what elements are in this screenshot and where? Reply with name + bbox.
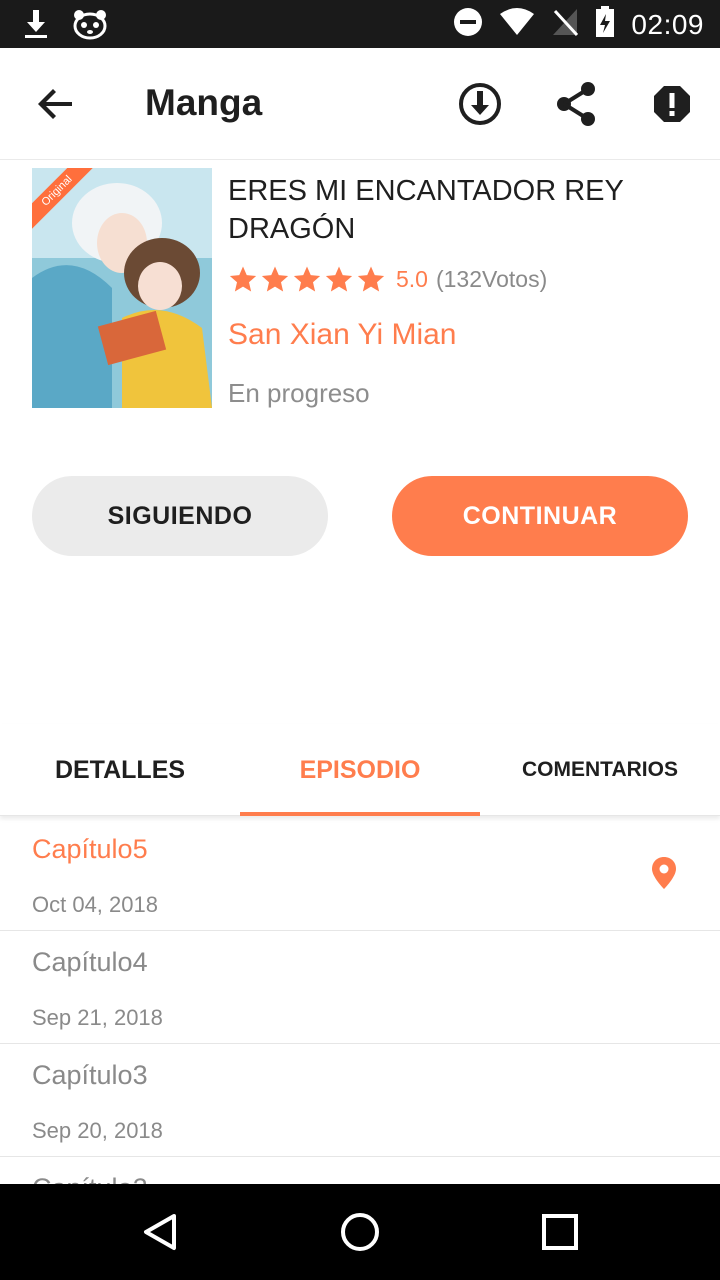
episode-title: Capítulo5	[32, 834, 148, 864]
list-item[interactable]: Capítulo5 Oct 04, 2018	[0, 818, 720, 931]
report-icon	[654, 86, 690, 122]
download-icon	[22, 8, 50, 45]
share-button[interactable]	[552, 80, 600, 128]
star-icon	[293, 266, 321, 292]
manga-cover-image[interactable]: Original	[32, 168, 212, 408]
system-nav-bar	[0, 1184, 720, 1280]
list-item[interactable]: Capítulo3 Sep 20, 2018	[0, 1044, 720, 1157]
continue-button[interactable]: CONTINUAR	[392, 476, 688, 556]
do-not-disturb-icon	[453, 7, 483, 42]
episode-title: Capítulo4	[32, 947, 148, 977]
manga-title: ERES MI ENCANTADOR REY DRAGÓN	[228, 175, 624, 245]
report-button[interactable]	[648, 80, 696, 128]
triangle-back-icon	[144, 1214, 176, 1250]
star-icon	[229, 266, 257, 292]
episode-list[interactable]: Capítulo5 Oct 04, 2018 Capítulo4 Sep 21,…	[0, 818, 720, 1184]
list-item[interactable]: Capítulo4 Sep 21, 2018	[0, 931, 720, 1044]
episode-date: Sep 20, 2018	[32, 1118, 163, 1143]
rating-stars	[228, 264, 386, 294]
rating: 5.0 (132Votos)	[228, 264, 547, 294]
episode-title: Capítulo3	[32, 1060, 148, 1090]
nav-back-button[interactable]	[138, 1210, 182, 1254]
nav-recents-button[interactable]	[538, 1210, 582, 1254]
active-tab-indicator	[240, 812, 480, 816]
wifi-icon	[499, 8, 535, 41]
cover-illustration	[32, 168, 212, 408]
star-icon	[261, 266, 289, 292]
list-item[interactable]: Capítulo2	[0, 1157, 720, 1184]
app-bar: Manga	[0, 48, 720, 160]
circle-home-icon	[341, 1213, 379, 1251]
publication-status: En progreso	[228, 378, 370, 408]
clock: 02:09	[631, 8, 704, 40]
tab-episode[interactable]: EPISODIO	[240, 724, 480, 816]
rating-votes: (132Votos)	[435, 265, 548, 292]
download-circle-icon	[459, 83, 501, 125]
tab-episode-label: EPISODIO	[299, 755, 421, 784]
episode-date: Sep 21, 2018	[32, 1005, 163, 1030]
following-button[interactable]: SIGUIENDO	[32, 476, 328, 556]
square-recents-icon	[542, 1214, 578, 1250]
episode-date: Oct 04, 2018	[32, 892, 158, 917]
arrow-left-icon	[38, 89, 72, 119]
share-icon	[557, 82, 595, 126]
no-signal-icon	[551, 7, 579, 42]
nav-home-button[interactable]	[338, 1210, 382, 1254]
star-icon	[325, 266, 353, 292]
tab-details[interactable]: DETALLES	[0, 724, 240, 816]
rating-score: 5.0	[396, 265, 428, 292]
panda-icon	[72, 8, 108, 45]
battery-charging-icon	[595, 6, 615, 43]
author-link[interactable]: San Xian Yi Mian	[228, 318, 456, 352]
tab-comments[interactable]: COMENTARIOS	[480, 724, 720, 816]
location-pin-icon	[652, 857, 676, 889]
back-button[interactable]	[32, 80, 80, 128]
download-button[interactable]	[456, 80, 504, 128]
tab-bar: DETALLES EPISODIO COMENTARIOS	[0, 724, 720, 816]
star-icon	[357, 266, 385, 292]
episode-title: Capítulo2	[32, 1173, 148, 1184]
page-title: Manga	[145, 82, 263, 123]
status-bar: 02:09	[0, 0, 720, 48]
